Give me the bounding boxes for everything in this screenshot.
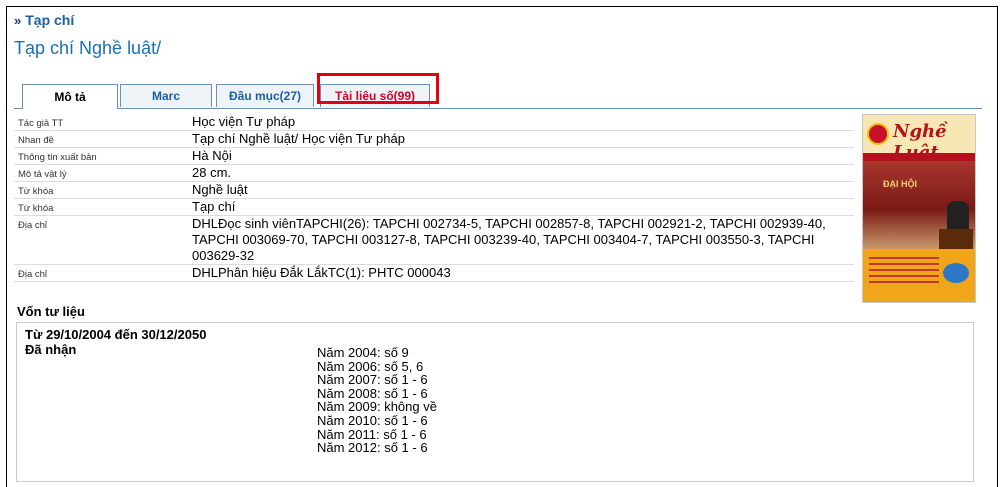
- detail-label: Tác giả TT: [18, 118, 64, 129]
- detail-label: Thông tin xuất bản: [18, 152, 97, 163]
- cover-badge-icon: [943, 263, 969, 283]
- detail-value: Học viện Tư pháp: [192, 114, 296, 129]
- tab-label: Tài liệu số(99): [334, 89, 416, 103]
- holdings-range: Từ 29/10/2004 đến 30/12/2050: [25, 327, 207, 342]
- tab-bar: Mô tả Marc Đầu mục(27) Tài liệu số(99): [14, 84, 982, 109]
- issue-item: Năm 2011: số 1 - 6: [317, 426, 427, 442]
- issue-item: Năm 2004: số 9: [317, 345, 409, 360]
- cover-line: [869, 263, 939, 265]
- detail-value: DHLPhân hiệu Đắk LắkTC(1): PHTC 000043: [192, 265, 451, 280]
- holdings-title: Vốn tư liệu: [17, 304, 85, 319]
- detail-row: Từ khóa Nghề luật: [14, 182, 854, 199]
- detail-row: Nhan đề Tạp chí Nghề luật/ Học viện Tư p…: [14, 131, 854, 148]
- detail-row: Tác giả TT Học viện Tư pháp: [14, 114, 854, 131]
- issue-item: Năm 2010: số 1 - 6: [317, 412, 428, 428]
- detail-row: Thông tin xuất bản Hà Nội: [14, 148, 854, 165]
- tab-description[interactable]: Mô tả: [22, 84, 118, 109]
- breadcrumb-label[interactable]: Tạp chí: [25, 12, 74, 28]
- issue-item: Năm 2007: số 1 - 6: [317, 372, 428, 388]
- tab-label: Mô tả: [54, 90, 86, 104]
- emblem-icon: [867, 123, 889, 145]
- detail-label: Mô tả vật lý: [18, 169, 67, 180]
- issue-item: Năm 2006: số 5, 6: [317, 358, 424, 374]
- detail-row: Từ khóa Tạp chí: [14, 199, 854, 216]
- detail-label: Từ khóa: [18, 203, 54, 214]
- detail-label: Từ khóa: [18, 186, 54, 197]
- breadcrumb-arrow: »: [14, 13, 22, 28]
- detail-label: Địa chỉ: [18, 220, 48, 231]
- tab-headings[interactable]: Đầu mục(27): [216, 84, 314, 107]
- breadcrumb[interactable]: » Tạp chí: [14, 12, 74, 28]
- holdings-box: Từ 29/10/2004 đến 30/12/2050 Đã nhận Năm…: [16, 322, 974, 482]
- detail-row: Địa chỉ DHLPhân hiệu Đắk LắkTC(1): PHTC …: [14, 265, 854, 282]
- detail-value: Tạp chí: [192, 199, 236, 214]
- tab-label: Marc: [151, 89, 180, 103]
- details-table: Tác giả TT Học viện Tư pháp Nhan đề Tạp …: [14, 114, 854, 282]
- cover-line: [869, 269, 939, 271]
- detail-label: Nhan đề: [18, 135, 54, 146]
- detail-value: DHLĐọc sinh viênTAPCHI(26): TAPCHI 00273…: [192, 216, 826, 263]
- cover-line: [869, 275, 939, 277]
- cover-header: Nghề Luật: [863, 115, 975, 163]
- detail-value: 28 cm.: [192, 165, 232, 180]
- detail-row: Mô tả vật lý 28 cm.: [14, 165, 854, 182]
- issue-item: Năm 2009: không về: [317, 399, 437, 415]
- cover-line: [869, 281, 939, 283]
- tab-marc[interactable]: Marc: [120, 84, 212, 107]
- cover-footer: [863, 249, 975, 302]
- detail-value: Nghề luật: [192, 182, 248, 197]
- issue-item: Năm 2012: số 1 - 6: [317, 440, 428, 456]
- page-title: Tạp chí Nghề luật/: [14, 38, 162, 58]
- cover-image[interactable]: Nghề Luật ĐẠI HỘI: [862, 114, 976, 303]
- detail-value: Hà Nội: [192, 148, 232, 163]
- cover-masthead: Nghề Luật: [893, 121, 947, 163]
- issue-item: Năm 2008: số 1 - 6: [317, 385, 428, 401]
- cover-line: [869, 257, 939, 259]
- holdings-received-label: Đã nhận: [25, 342, 77, 357]
- tab-label: Đầu mục(27): [228, 89, 302, 103]
- cover-photo: ĐẠI HỘI: [863, 161, 975, 249]
- detail-label: Địa chỉ: [18, 269, 48, 280]
- cover-banner: ĐẠI HỘI: [883, 179, 918, 189]
- issues-list: Năm 2004: số 9 Năm 2006: số 5, 6 Năm 200…: [317, 346, 437, 455]
- detail-row: Địa chỉ DHLĐọc sinh viênTAPCHI(26): TAPC…: [14, 216, 854, 265]
- podium: [939, 229, 973, 249]
- tab-digital-documents[interactable]: Tài liệu số(99): [320, 84, 430, 107]
- detail-value: Tạp chí Nghề luật/ Học viện Tư pháp: [192, 131, 405, 146]
